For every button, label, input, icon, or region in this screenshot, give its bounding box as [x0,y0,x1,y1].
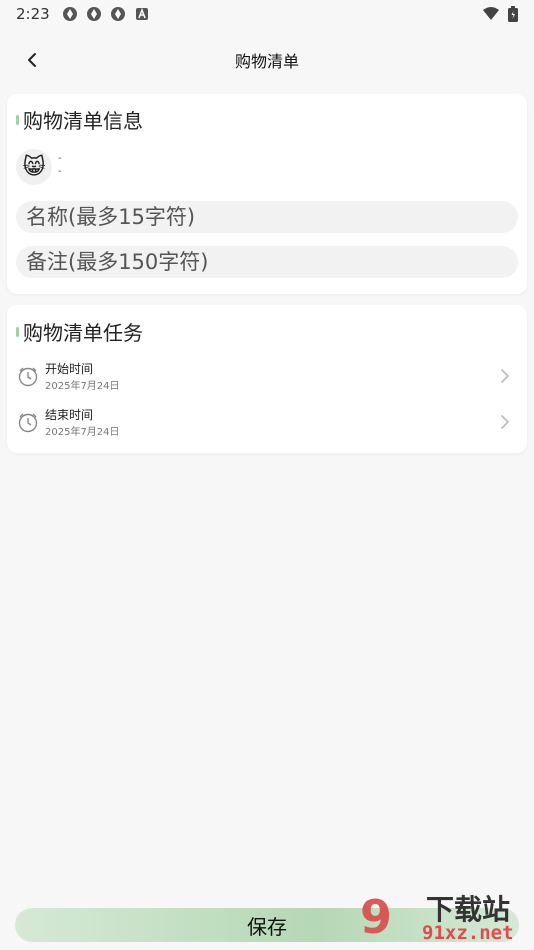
avatar-info: - - [58,152,62,178]
chevron-right-icon [501,369,510,383]
back-button[interactable] [18,46,46,74]
accent-bar [16,326,19,337]
app-icon [110,7,125,21]
note-input[interactable] [16,246,518,278]
start-time-date: 2025年7月24日 [45,381,120,392]
avatar[interactable]: 😸 [16,149,52,185]
end-time-row[interactable]: 结束时间 2025年7月24日 [7,401,527,443]
app-icon [62,7,77,21]
end-time-date: 2025年7月24日 [45,427,120,438]
avatar-line-2: - [58,166,62,177]
task-section-label: 购物清单任务 [23,321,143,345]
clock-icon [18,367,38,387]
avatar-line-1: - [58,153,62,164]
save-button[interactable]: 保存 [15,908,519,942]
task-card: 购物清单任务 开始时间 2025年7月24日 结束时间 2025年7月24日 [7,305,527,453]
app-header: 购物清单 [0,38,534,82]
status-time: 2:23 [16,5,50,23]
status-right-icons [482,6,518,22]
clock-icon [18,413,38,433]
start-time-label: 开始时间 [45,362,94,376]
chevron-right-icon [501,415,510,429]
wifi-icon [483,7,499,20]
name-input[interactable] [16,201,518,233]
info-section-label: 购物清单信息 [23,109,143,133]
accessibility-icon [135,7,148,20]
status-bar: 2:23 [0,0,534,28]
accent-bar [16,114,19,125]
status-left-icons [62,6,150,22]
app-icon [86,7,101,21]
task-section-title: 购物清单任务 [16,317,143,346]
page-title: 购物清单 [234,52,299,71]
info-section-title: 购物清单信息 [16,105,143,134]
cat-emoji-icon: 😸 [22,154,46,180]
battery-icon [508,6,518,22]
start-time-row[interactable]: 开始时间 2025年7月24日 [7,355,527,397]
chevron-left-icon [28,53,36,67]
info-card: 购物清单信息 😸 - - [7,94,527,294]
end-time-label: 结束时间 [45,408,94,422]
